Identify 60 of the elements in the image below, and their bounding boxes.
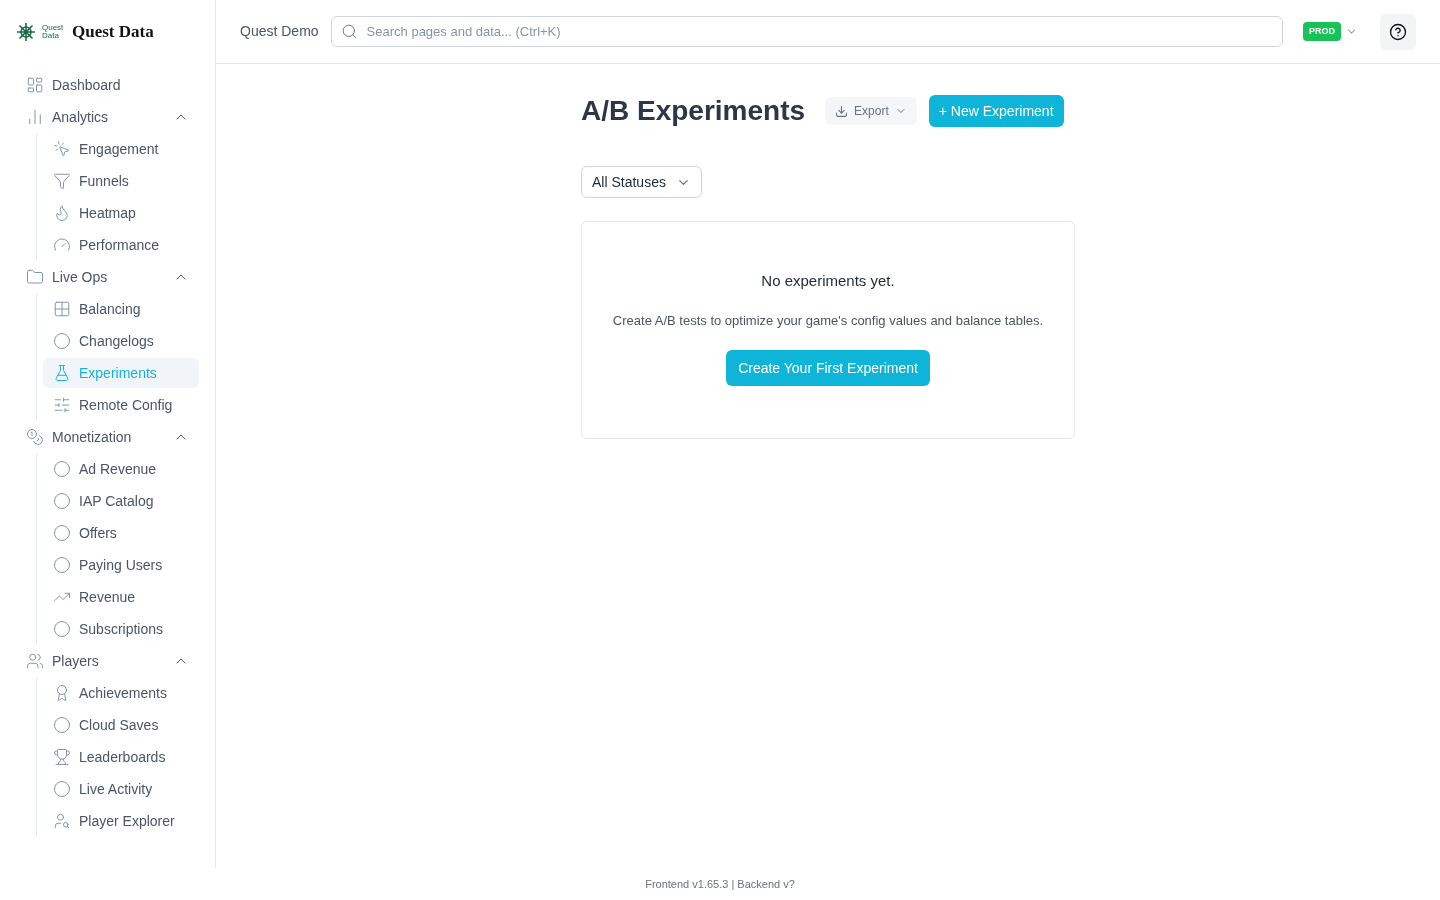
sidebar-item[interactable]: Remote Config (43, 390, 199, 420)
search-icon (340, 23, 358, 40)
sidebar-item[interactable]: Heatmap (43, 198, 199, 228)
search-field[interactable]: Search pages and data... (Ctrl+K) (330, 16, 1283, 47)
funnel-icon (53, 172, 71, 190)
flame-icon (53, 204, 71, 222)
coins-icon (26, 428, 44, 446)
status-filter[interactable]: All Statuses (581, 166, 702, 198)
download-icon (835, 104, 849, 118)
export-button[interactable]: Export (825, 97, 917, 125)
project-name: Quest Demo (240, 22, 319, 41)
sidebar-item[interactable]: Cloud Saves (43, 710, 199, 740)
sidebar-item[interactable]: IAP Catalog (43, 486, 199, 516)
sidebar-item[interactable]: Leaderboards (43, 742, 199, 772)
help-icon (1389, 22, 1407, 41)
sidebar-item[interactable]: Subscriptions (43, 614, 199, 644)
sidebar-item[interactable]: Paying Users (43, 550, 199, 580)
sidebar-item[interactable]: Dashboard (16, 70, 199, 100)
version-text: Frontend v1.65.3 | Backend v? (645, 876, 795, 892)
sidebar-item[interactable]: Players (16, 646, 199, 676)
empty-state-text: Create A/B tests to optimize your game's config values and balance tables. (612, 311, 1044, 330)
sidebar-item[interactable]: Player Explorer (43, 806, 199, 836)
table-icon (53, 300, 71, 318)
user-search-icon (53, 812, 71, 830)
users-icon (26, 652, 44, 670)
sliders-icon (53, 396, 71, 414)
logo-icon (16, 22, 36, 42)
circle-icon (53, 460, 71, 478)
empty-state-title: No experiments yet. (761, 271, 895, 291)
sidebar-item[interactable]: Offers (43, 518, 199, 548)
sidebar-item[interactable]: Revenue (43, 582, 199, 612)
logo-text: Quest Data (72, 21, 154, 44)
bar-chart-icon (26, 108, 44, 126)
circle-icon (53, 716, 71, 734)
folder-icon (26, 268, 44, 286)
page-title: A/B Experiments (581, 94, 806, 128)
sidebar-item[interactable]: Analytics (16, 102, 199, 132)
sidebar-item[interactable]: Funnels (43, 166, 199, 196)
circle-icon (53, 780, 71, 798)
help-button[interactable] (1380, 13, 1416, 50)
circle-icon (53, 492, 71, 510)
sidebar-item[interactable]: Performance (43, 230, 199, 260)
circle-icon (53, 332, 71, 350)
pointer-click-icon (53, 140, 71, 158)
sidebar-item[interactable]: Balancing (43, 294, 199, 324)
sidebar-item[interactable]: Live Activity (43, 774, 199, 804)
trophy-icon (53, 748, 71, 766)
sidebar-item[interactable]: Changelogs (43, 326, 199, 356)
circle-icon (53, 556, 71, 574)
sidebar-item[interactable]: Engagement (43, 134, 199, 164)
flask-icon (53, 364, 71, 382)
circle-icon (53, 524, 71, 542)
gauge-icon (53, 236, 71, 254)
sidebar-item[interactable]: Ad Revenue (43, 454, 199, 484)
circle-icon (53, 620, 71, 638)
sidebar-item[interactable]: Monetization (16, 422, 199, 452)
logo-mark-text: Quest Data (42, 24, 65, 40)
dashboard-icon (26, 76, 44, 94)
sidebar-item[interactable]: Achievements (43, 678, 199, 708)
sidebar-item[interactable]: Live Ops (16, 262, 199, 292)
